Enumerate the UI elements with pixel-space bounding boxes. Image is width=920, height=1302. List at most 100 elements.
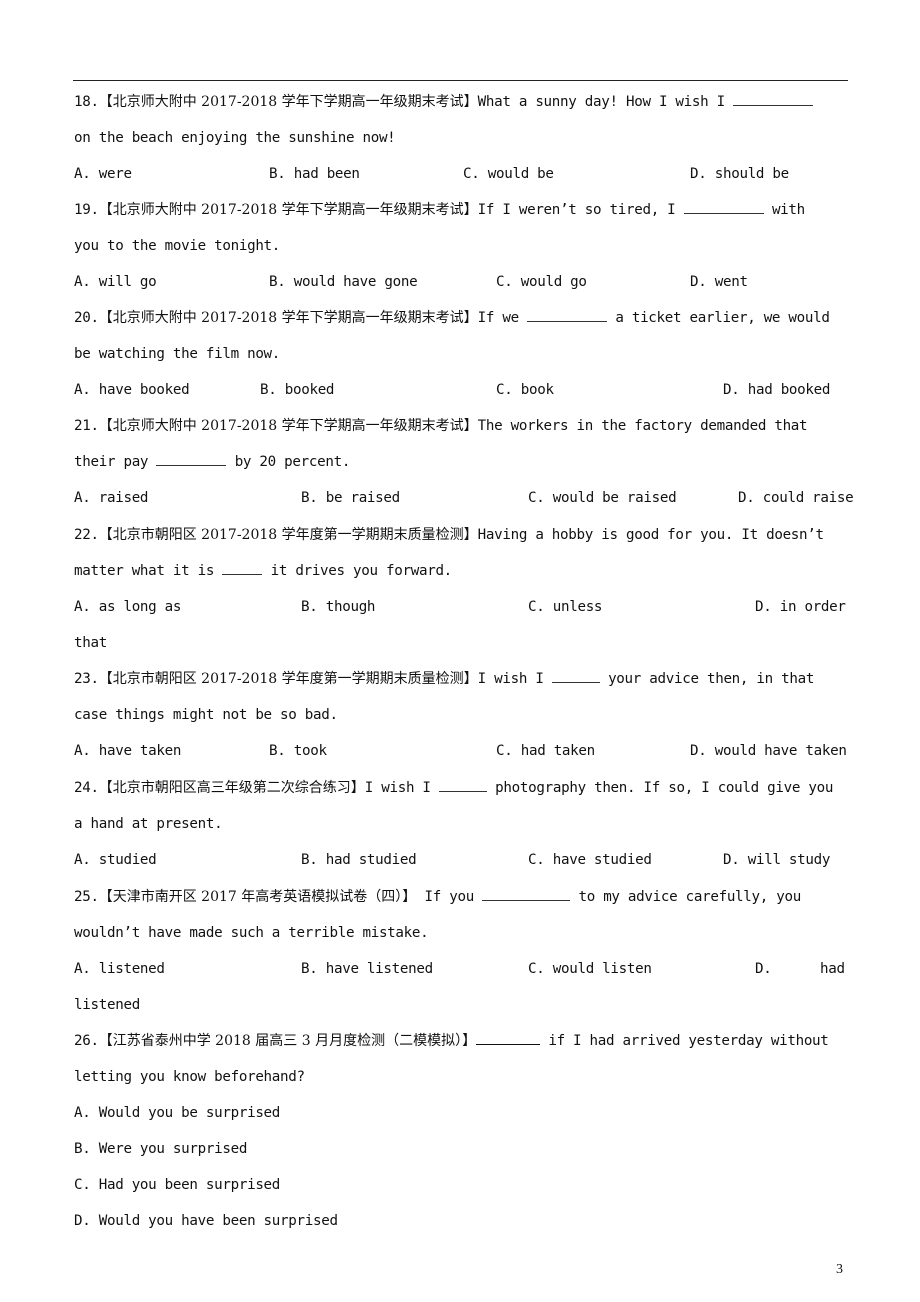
question-stem: 23.【北京市朝阳区 2017-2018 学年度第一学期期末质量检测】I wis… [74,661,874,697]
answer-blank[interactable] [683,199,764,214]
question-source: 【北京市朝阳区 2017-2018 学年度第一学期期末质量检测】 [98,527,478,543]
option-a[interactable]: A. have booked [74,372,190,408]
option-c[interactable]: C. would be [463,156,554,192]
question-18: 18.【北京师大附中 2017-2018 学年下学期高一年级期末考试】What … [74,84,874,192]
question-21: 21.【北京师大附中 2017-2018 学年下学期高一年级期末考试】The w… [74,408,874,516]
stem-text: their pay [74,454,149,470]
option-a[interactable]: A. studied [74,842,157,878]
option-a[interactable]: A. Would you be surprised [74,1095,874,1131]
page-number: 3 [836,1262,843,1277]
stem-continuation: their pay by 20 percent. [74,444,874,480]
options-row: A. raised B. be raised C. would be raise… [74,480,874,516]
stem-text: The workers in the factory demanded that [477,418,808,434]
option-b[interactable]: B. would have gone [269,264,418,300]
option-a[interactable]: A. as long as [74,589,181,625]
option-d-continuation: that [74,635,107,651]
question-stem: 21.【北京师大附中 2017-2018 学年下学期高一年级期末考试】The w… [74,408,874,444]
option-c[interactable]: C. would listen [528,951,652,987]
option-c[interactable]: C. had taken [496,733,595,769]
question-number: 25. [74,889,99,905]
question-22: 22.【北京市朝阳区 2017-2018 学年度第一学期期末质量检测】Havin… [74,517,874,661]
option-c[interactable]: C. would go [496,264,587,300]
stem-text: with [771,202,805,218]
options-row: A. have booked B. booked C. book D. had … [74,372,874,408]
question-stem: 20.【北京师大附中 2017-2018 学年下学期高一年级期末考试】If we… [74,300,874,336]
question-number: 24. [74,780,99,796]
option-d[interactable]: D. went [690,264,748,300]
answer-blank[interactable] [527,307,608,322]
option-b[interactable]: B. booked [260,372,334,408]
stem-text: Having a hobby is good for you. It doesn… [477,527,824,543]
option-d-continuation: listened [74,997,140,1013]
option-a[interactable]: A. have taken [74,733,181,769]
option-b[interactable]: B. be raised [301,480,400,516]
stem-text: I wish I [364,780,431,796]
option-c[interactable]: C. book [496,372,554,408]
stem-text: if I had arrived yesterday without [548,1033,829,1049]
option-d[interactable]: D. will study [723,842,830,878]
question-stem: 26.【江苏省泰州中学 2018 届高三 3 月月度检测（二模模拟）】 if I… [74,1023,874,1059]
question-stem: 18.【北京师大附中 2017-2018 学年下学期高一年级期末考试】What … [74,84,874,120]
option-d[interactable]: D. could raise [738,480,854,516]
option-b[interactable]: B. have listened [301,951,433,987]
answer-blank[interactable] [482,886,571,901]
option-b[interactable]: B. Were you surprised [74,1131,874,1167]
option-d[interactable]: D. had booked [723,372,830,408]
stem-text: photography then. If so, I could give yo… [495,780,834,796]
option-d-text[interactable]: had [820,951,845,987]
option-d[interactable]: D. [755,951,772,987]
question-source: 【北京师大附中 2017-2018 学年下学期高一年级期末考试】 [98,310,478,326]
stem-text: If I weren’t so tired, I [477,202,676,218]
options-row: A. studied B. had studied C. have studie… [74,842,874,878]
stem-continuation: you to the movie tonight. [74,238,281,254]
answer-blank[interactable] [156,451,227,466]
option-c[interactable]: C. Had you been surprised [74,1167,874,1203]
answer-blank[interactable] [438,777,487,792]
question-number: 19. [74,202,99,218]
answer-blank[interactable] [222,560,263,575]
question-source: 【北京师大附中 2017-2018 学年下学期高一年级期末考试】 [98,202,478,218]
options-row: A. listened B. have listened C. would li… [74,951,874,987]
stem-text: matter what it is [74,563,215,579]
options-row: A. will go B. would have gone C. would g… [74,264,874,300]
option-a[interactable]: A. raised [74,480,148,516]
stem-continuation: case things might not be so bad. [74,707,338,723]
question-number: 20. [74,310,99,326]
option-a[interactable]: A. were [74,156,132,192]
stem-text: it drives you forward. [270,563,453,579]
stem-text: your advice then, in that [608,671,815,687]
option-d[interactable]: D. should be [690,156,789,192]
question-source: 【北京师大附中 2017-2018 学年下学期高一年级期末考试】 [98,418,478,434]
answer-blank[interactable] [551,668,600,683]
stem-continuation: be watching the film now. [74,346,281,362]
stem-continuation: letting you know beforehand? [74,1069,305,1085]
option-d[interactable]: D. would have taken [690,733,847,769]
question-23: 23.【北京市朝阳区 2017-2018 学年度第一学期期末质量检测】I wis… [74,661,874,769]
question-number: 18. [74,94,99,110]
option-c[interactable]: C. would be raised [528,480,677,516]
option-c[interactable]: C. have studied [528,842,652,878]
answer-blank[interactable] [733,91,814,106]
option-b[interactable]: B. had been [269,156,360,192]
question-stem: 19.【北京师大附中 2017-2018 学年下学期高一年级期末考试】If I … [74,192,874,228]
option-c[interactable]: C. unless [528,589,602,625]
option-d[interactable]: D. Would you have been surprised [74,1203,874,1239]
answer-blank[interactable] [476,1030,541,1045]
question-number: 23. [74,671,99,687]
stem-continuation: a hand at present. [74,816,223,832]
option-b[interactable]: B. though [301,589,375,625]
stem-continuation: wouldn’t have made such a terrible mista… [74,925,429,941]
option-b[interactable]: B. had studied [301,842,417,878]
question-number: 26. [74,1033,99,1049]
option-a[interactable]: A. will go [74,264,157,300]
question-stem: 22.【北京市朝阳区 2017-2018 学年度第一学期期末质量检测】Havin… [74,517,874,553]
stem-text: If you [424,889,475,905]
question-source: 【北京师大附中 2017-2018 学年下学期高一年级期末考试】 [98,94,478,110]
option-a[interactable]: A. listened [74,951,165,987]
option-b[interactable]: B. took [269,733,327,769]
question-source: 【北京市朝阳区 2017-2018 学年度第一学期期末质量检测】 [98,671,478,687]
header-rule [73,80,848,81]
stem-text: What a sunny day! How I wish I [477,94,726,110]
option-d[interactable]: D. in order [755,589,846,625]
question-stem: 25.【天津市南开区 2017 年高考英语模拟试卷（四）】 If you to … [74,879,874,915]
